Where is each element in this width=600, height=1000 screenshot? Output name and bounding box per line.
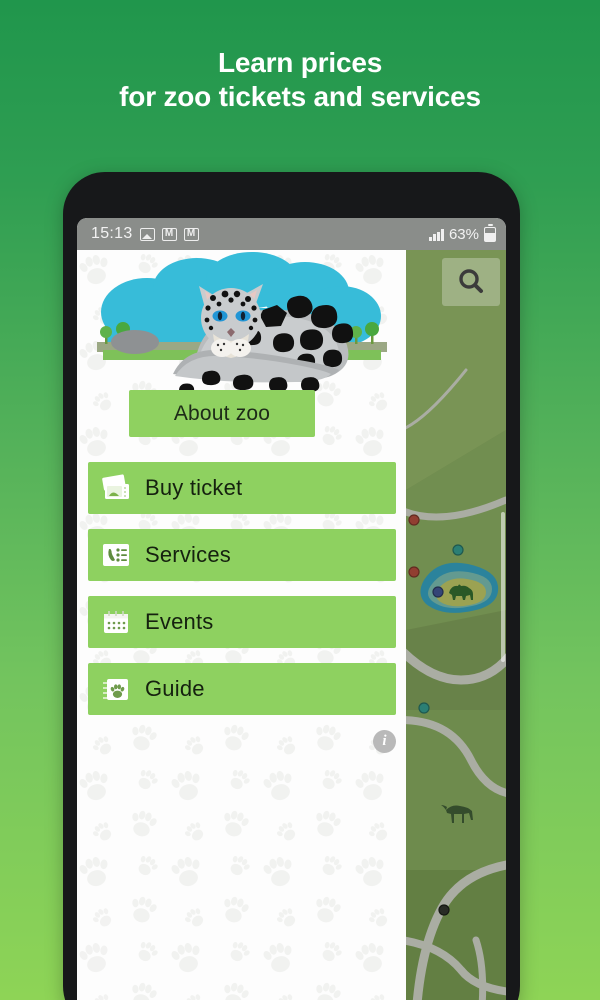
photos-icon bbox=[139, 227, 155, 241]
phone-list-icon bbox=[99, 540, 133, 570]
info-badge[interactable]: i bbox=[373, 730, 396, 753]
menu-item-events[interactable]: Events bbox=[88, 596, 396, 648]
zoo-map bbox=[406, 250, 506, 1000]
app-body: About zoo Buy ticket Services Events Gui… bbox=[77, 250, 506, 1000]
menu-item-services[interactable]: Services bbox=[88, 529, 396, 581]
notebook-paw-icon bbox=[99, 674, 133, 704]
menu-item-label: Services bbox=[145, 542, 231, 567]
zoo-map-panel[interactable] bbox=[406, 250, 506, 1000]
promo-headline: Learn prices for zoo tickets and service… bbox=[0, 46, 600, 114]
gmail-icon bbox=[161, 227, 177, 241]
status-time: 15:13 bbox=[91, 225, 133, 242]
search-icon bbox=[459, 269, 483, 293]
headline-line-1: Learn prices bbox=[217, 47, 383, 78]
menu-item-buy-ticket[interactable]: Buy ticket bbox=[88, 462, 396, 514]
menu-item-label: Guide bbox=[145, 676, 205, 701]
status-bar-left: 15:13 bbox=[91, 225, 199, 243]
headline-line-2: for zoo tickets and services bbox=[119, 81, 481, 113]
phone-screen: 15:13 63% bbox=[77, 218, 506, 1000]
status-bar: 15:13 63% bbox=[77, 218, 506, 250]
app-menu-screen: About zoo Buy ticket Services Events Gui… bbox=[77, 250, 406, 1000]
hero-illustration bbox=[77, 250, 406, 400]
main-menu: Buy ticket Services Events Guide bbox=[88, 462, 396, 730]
menu-item-label: Events bbox=[145, 609, 214, 634]
signal-icon bbox=[429, 228, 444, 241]
about-zoo-button[interactable]: About zoo bbox=[129, 390, 315, 437]
battery-icon bbox=[484, 223, 496, 242]
map-scrollbar[interactable] bbox=[501, 512, 505, 662]
tickets-icon bbox=[99, 473, 133, 503]
calendar-icon bbox=[99, 607, 133, 637]
map-search-button[interactable] bbox=[442, 258, 500, 306]
about-zoo-label: About zoo bbox=[173, 401, 271, 425]
battery-percent-label: 63% bbox=[448, 225, 479, 243]
status-bar-right: 63% bbox=[429, 223, 496, 243]
phone-frame: 15:13 63% bbox=[63, 172, 520, 1000]
info-badge-label: i bbox=[382, 733, 387, 749]
menu-item-guide[interactable]: Guide bbox=[88, 663, 396, 715]
menu-item-label: Buy ticket bbox=[145, 475, 243, 500]
gmail-icon bbox=[183, 227, 199, 241]
